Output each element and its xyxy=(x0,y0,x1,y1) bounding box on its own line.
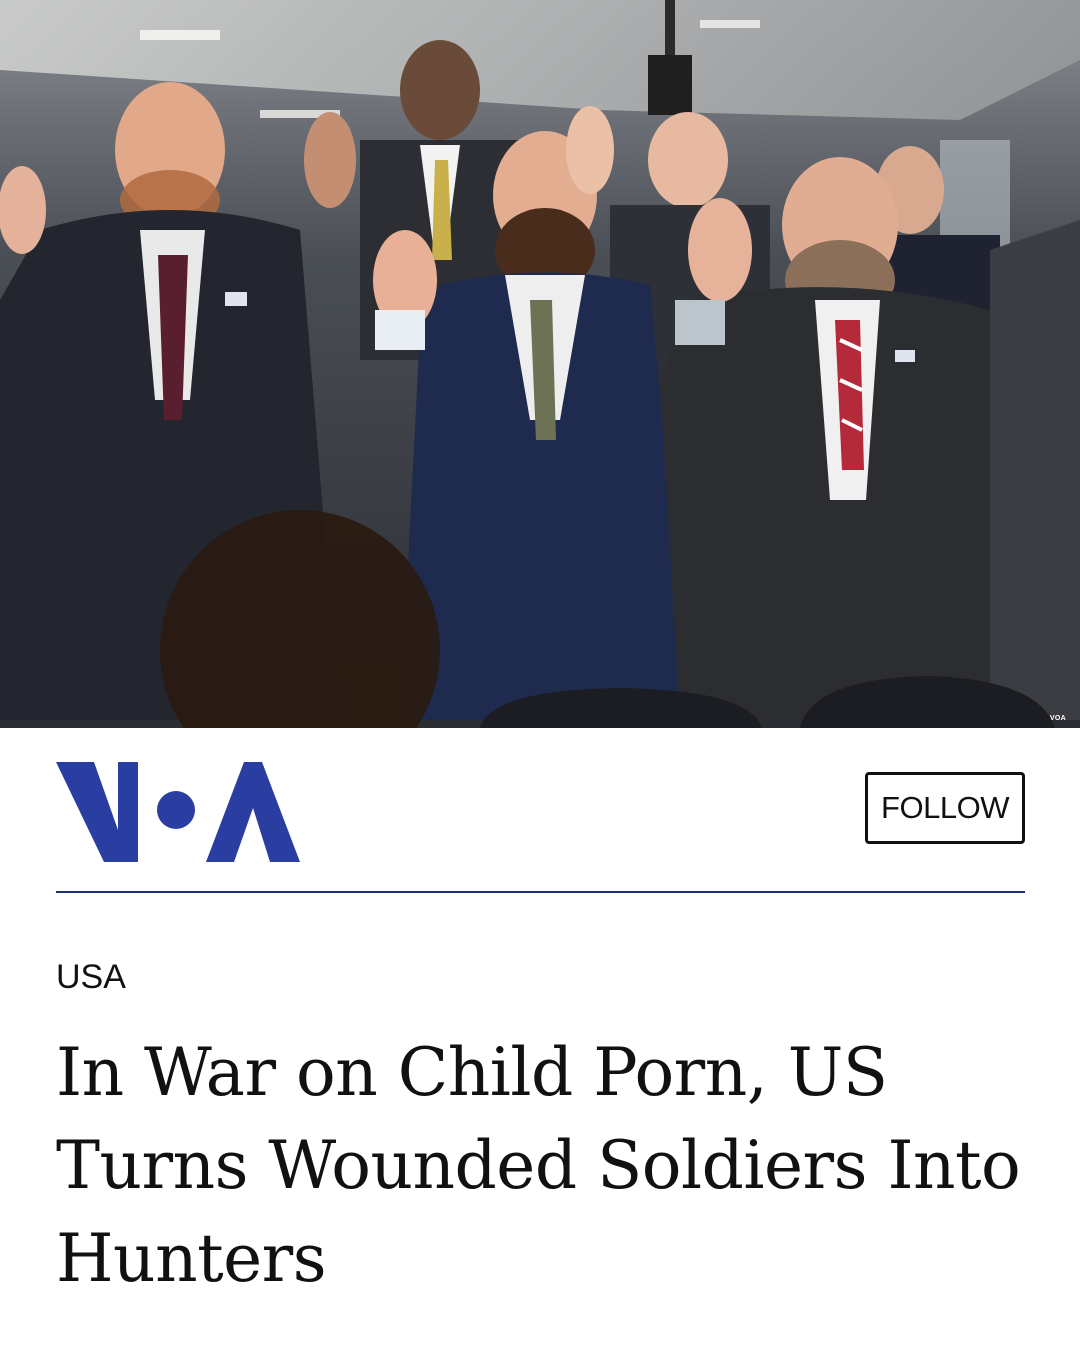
photo-credit: VOA xyxy=(1049,715,1066,722)
divider xyxy=(56,891,1025,893)
follow-button[interactable]: FOLLOW xyxy=(865,772,1025,844)
hero-photo-illustration xyxy=(0,0,1080,728)
section-label[interactable]: USA xyxy=(56,958,126,997)
brand-bar: FOLLOW xyxy=(56,758,1025,864)
post-card: VOA FOLLOW USA In War on Child Porn, US … xyxy=(0,0,1080,1350)
headline[interactable]: In War on Child Porn, US Turns Wounded S… xyxy=(56,1026,1036,1305)
hero-photo[interactable]: VOA xyxy=(0,0,1080,728)
voa-logo[interactable] xyxy=(56,760,300,862)
